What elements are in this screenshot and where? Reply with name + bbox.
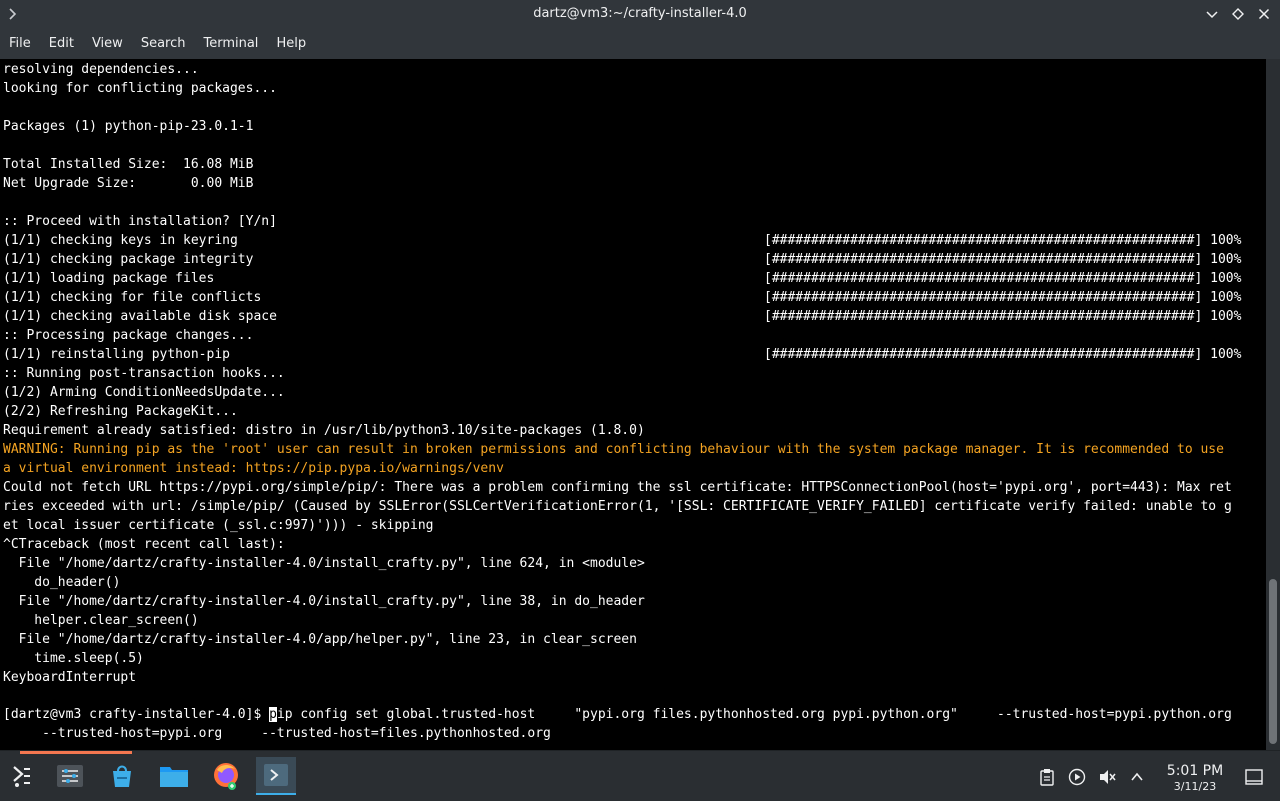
terminal-line: (1/2) Arming ConditionNeedsUpdate...	[3, 385, 285, 400]
terminal-line: helper.clear_screen()	[3, 613, 199, 628]
discover-store-icon[interactable]	[102, 757, 142, 795]
terminal-line: Could not fetch URL https://pypi.org/sim…	[3, 480, 1232, 495]
terminal-line: time.sleep(.5)	[3, 651, 144, 666]
chevron-up-icon[interactable]	[1126, 762, 1148, 792]
system-clock[interactable]: 5:01 PM 3/11/23	[1150, 762, 1240, 793]
minimize-icon[interactable]	[1202, 4, 1222, 24]
terminal-line: resolving dependencies...	[3, 62, 199, 77]
clock-date: 3/11/23	[1173, 780, 1217, 793]
media-play-icon[interactable]	[1066, 762, 1088, 792]
terminal-line: looking for conflicting packages...	[3, 81, 277, 96]
terminal-line: Total Installed Size: 16.08 MiB	[3, 157, 254, 172]
terminal-line: a virtual environment instead: https://p…	[3, 461, 504, 476]
terminal-line: (1/1) checking keys in keyring	[3, 233, 238, 248]
terminal-line: :: Proceed with installation? [Y/n]	[3, 214, 277, 229]
terminal-line: File "/home/dartz/crafty-installer-4.0/i…	[3, 594, 645, 609]
terminal-line: (1/1) checking for file conflicts	[3, 290, 262, 305]
close-icon[interactable]	[1254, 4, 1274, 24]
window-title: dartz@vm3:~/crafty-installer-4.0	[533, 6, 747, 21]
shell-prompt: [dartz@vm3 crafty-installer-4.0]$	[3, 707, 270, 722]
konsole-icon[interactable]	[256, 757, 296, 795]
terminal-line: :: Processing package changes...	[3, 328, 254, 343]
menu-terminal[interactable]: Terminal	[194, 29, 267, 59]
terminal-line: ries exceeded with url: /simple/pip/ (Ca…	[3, 499, 1232, 514]
progress-bar-text: [#######################################…	[764, 233, 1242, 248]
terminal-line: (1/1) checking package integrity	[3, 252, 254, 267]
terminal-line: ^CTraceback (most recent call last):	[3, 537, 285, 552]
progress-bar-text: [#######################################…	[764, 347, 1242, 362]
menu-view[interactable]: View	[83, 29, 132, 59]
scrollbar-thumb[interactable]	[1269, 579, 1277, 744]
terminal-line: et local issuer certificate (_ssl.c:997)…	[3, 518, 434, 533]
app-launcher-icon[interactable]	[2, 757, 42, 795]
terminal-line: :: Running post-transaction hooks...	[3, 366, 285, 381]
terminal-prompt-line[interactable]: [dartz@vm3 crafty-installer-4.0]$ pip co…	[3, 705, 1232, 724]
system-settings-icon[interactable]	[50, 757, 90, 795]
clock-time: 5:01 PM	[1166, 763, 1224, 779]
show-desktop-icon[interactable]	[1242, 762, 1266, 792]
terminal-line: Packages (1) python-pip-23.0.1-1	[3, 119, 254, 134]
terminal-line: do_header()	[3, 575, 121, 590]
maximize-icon[interactable]	[1228, 4, 1248, 24]
terminal-command-wrap: --trusted-host=pypi.org --trusted-host=f…	[3, 726, 551, 741]
terminal-line: WARNING: Running pip as the 'root' user …	[3, 442, 1224, 457]
firefox-icon[interactable]	[206, 757, 246, 795]
terminal-scrollbar[interactable]	[1266, 59, 1280, 750]
running-app-indicator	[20, 751, 132, 754]
terminal-line: File "/home/dartz/crafty-installer-4.0/a…	[3, 632, 637, 647]
window-titlebar[interactable]: dartz@vm3:~/crafty-installer-4.0	[0, 0, 1280, 29]
menu-file[interactable]: File	[0, 29, 40, 59]
typed-command: ip config set global.trusted-host "pypi.…	[276, 707, 1232, 722]
file-manager-icon[interactable]	[154, 757, 194, 795]
progress-bar-text: [#######################################…	[764, 290, 1242, 305]
menu-search[interactable]: Search	[132, 29, 195, 59]
terminal-line: (2/2) Refreshing PackageKit...	[3, 404, 238, 419]
text-cursor: p	[269, 707, 277, 722]
terminal-line: File "/home/dartz/crafty-installer-4.0/i…	[3, 556, 645, 571]
terminal-line: (1/1) loading package files	[3, 271, 215, 286]
terminal-line: (1/1) reinstalling python-pip	[3, 347, 230, 362]
progress-bar-text: [#######################################…	[764, 252, 1242, 267]
terminal-output[interactable]: resolving dependencies... looking for con…	[0, 59, 1266, 750]
terminal-line: KeyboardInterrupt	[3, 670, 137, 685]
progress-bar-text: [#######################################…	[764, 271, 1242, 286]
terminal-line: (1/1) checking available disk space	[3, 309, 277, 324]
terminal-line: Requirement already satisfied: distro in…	[3, 423, 645, 438]
terminal-line: Net Upgrade Size: 0.00 MiB	[3, 176, 254, 191]
progress-bar-text: [#######################################…	[764, 309, 1242, 324]
menu-bar: File Edit View Search Terminal Help	[0, 29, 1280, 60]
volume-muted-icon[interactable]	[1096, 762, 1118, 792]
taskbar	[0, 750, 1280, 801]
menu-edit[interactable]: Edit	[40, 29, 83, 59]
clipboard-icon[interactable]	[1036, 762, 1058, 792]
menu-help[interactable]: Help	[267, 29, 315, 59]
